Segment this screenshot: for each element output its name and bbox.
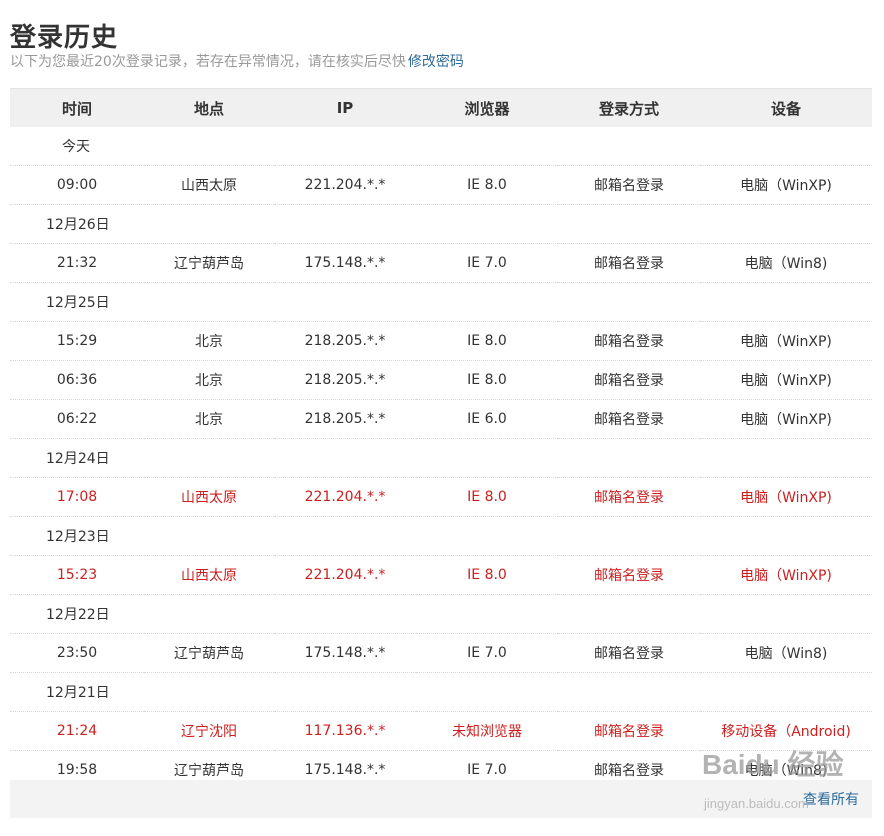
date-label: 12月21日 <box>10 672 872 712</box>
cell-time: 09:00 <box>10 165 144 205</box>
table-row-suspicious: 21:24 辽宁沈阳 117.136.*.* 未知浏览器 邮箱名登录 移动设备（Andro… <box>10 711 872 751</box>
cell-location: 山西太原 <box>144 555 274 595</box>
date-label: 12月26日 <box>10 204 872 244</box>
cell-time: 15:29 <box>10 321 144 361</box>
cell-login-method: 邮箱名登录 <box>558 243 700 283</box>
cell-device: 电脑（WinXP) <box>700 165 872 205</box>
cell-device: 电脑（Win8) <box>700 633 872 673</box>
cell-location: 北京 <box>144 321 274 361</box>
date-label: 12月24日 <box>10 438 872 478</box>
cell-location: 山西太原 <box>144 165 274 205</box>
cell-device: 电脑（WinXP) <box>700 321 872 361</box>
table-row-suspicious: 15:23 山西太原 221.204.*.* IE 8.0 邮箱名登录 电脑（WinXP) <box>10 555 872 595</box>
change-password-link[interactable]: 修改密码 <box>408 54 464 70</box>
cell-browser: 未知浏览器 <box>416 711 558 751</box>
cell-browser: IE 7.0 <box>416 633 558 673</box>
subtitle-text: 以下为您最近20次登录记录，若存在异常情况，请在核实后尽快 <box>10 54 406 70</box>
cell-login-method: 邮箱名登录 <box>558 321 700 361</box>
cell-login-method: 邮箱名登录 <box>558 165 700 205</box>
table-header-row: 时间 地点 IP 浏览器 登录方式 设备 <box>10 88 872 127</box>
cell-login-method: 邮箱名登录 <box>558 555 700 595</box>
cell-ip: 221.204.*.* <box>274 555 416 595</box>
cell-ip: 218.205.*.* <box>274 321 416 361</box>
date-group-row: 今天 <box>10 127 872 166</box>
cell-location: 辽宁沈阳 <box>144 711 274 751</box>
table-row: 21:32 辽宁葫芦岛 175.148.*.* IE 7.0 邮箱名登录 电脑（Win8) <box>10 243 872 283</box>
date-label: 今天 <box>10 127 872 166</box>
date-group-row: 12月23日 <box>10 516 872 556</box>
cell-login-method: 邮箱名登录 <box>558 477 700 517</box>
cell-time: 17:08 <box>10 477 144 517</box>
date-label: 12月23日 <box>10 516 872 556</box>
cell-location: 北京 <box>144 360 274 400</box>
date-label: 12月22日 <box>10 594 872 634</box>
cell-time: 23:50 <box>10 633 144 673</box>
cell-time: 15:23 <box>10 555 144 595</box>
column-header-location: 地点 <box>144 88 274 127</box>
column-header-device: 设备 <box>700 88 872 127</box>
cell-ip: 175.148.*.* <box>274 633 416 673</box>
column-header-ip: IP <box>274 88 416 127</box>
cell-login-method: 邮箱名登录 <box>558 633 700 673</box>
cell-device: 移动设备（Android) <box>700 711 872 751</box>
cell-browser: IE 8.0 <box>416 321 558 361</box>
cell-ip: 218.205.*.* <box>274 399 416 439</box>
cell-location: 山西太原 <box>144 477 274 517</box>
cell-browser: IE 8.0 <box>416 360 558 400</box>
cell-login-method: 邮箱名登录 <box>558 711 700 751</box>
date-group-row: 12月26日 <box>10 204 872 244</box>
cell-device: 电脑（WinXP) <box>700 399 872 439</box>
cell-device: 电脑（WinXP) <box>700 360 872 400</box>
cell-time: 06:22 <box>10 399 144 439</box>
date-group-row: 12月24日 <box>10 438 872 478</box>
table-row: 06:22 北京 218.205.*.* IE 6.0 邮箱名登录 电脑（WinXP) <box>10 399 872 439</box>
column-header-time: 时间 <box>10 88 144 127</box>
cell-browser: IE 8.0 <box>416 555 558 595</box>
table-row: 15:29 北京 218.205.*.* IE 8.0 邮箱名登录 电脑（WinXP) <box>10 321 872 361</box>
view-all-link[interactable]: 查看所有 <box>803 789 859 809</box>
column-header-login-method: 登录方式 <box>558 88 700 127</box>
cell-location: 辽宁葫芦岛 <box>144 633 274 673</box>
cell-ip: 218.205.*.* <box>274 360 416 400</box>
cell-time: 21:32 <box>10 243 144 283</box>
cell-device: 电脑（WinXP) <box>700 555 872 595</box>
date-group-row: 12月21日 <box>10 672 872 712</box>
cell-device: 电脑（Win8) <box>700 243 872 283</box>
table-row-suspicious: 17:08 山西太原 221.204.*.* IE 8.0 邮箱名登录 电脑（WinXP) <box>10 477 872 517</box>
cell-ip: 117.136.*.* <box>274 711 416 751</box>
subtitle: 以下为您最近20次登录记录，若存在异常情况，请在核实后尽快 修改密码 <box>10 52 464 72</box>
cell-location: 辽宁葫芦岛 <box>144 243 274 283</box>
table-row: 09:00 山西太原 221.204.*.* IE 8.0 邮箱名登录 电脑（WinXP) <box>10 165 872 205</box>
cell-browser: IE 6.0 <box>416 399 558 439</box>
cell-ip: 221.204.*.* <box>274 477 416 517</box>
date-group-row: 12月22日 <box>10 594 872 634</box>
cell-browser: IE 8.0 <box>416 477 558 517</box>
table-body: 今天 09:00 山西太原 221.204.*.* IE 8.0 邮箱名登录 电脑（WinX… <box>10 127 872 790</box>
table-row: 06:36 北京 218.205.*.* IE 8.0 邮箱名登录 电脑（WinXP) <box>10 360 872 400</box>
page-title: 登录历史 <box>10 23 119 54</box>
cell-ip: 175.148.*.* <box>274 243 416 283</box>
column-header-browser: 浏览器 <box>416 88 558 127</box>
cell-device: 电脑（WinXP) <box>700 477 872 517</box>
date-label: 12月25日 <box>10 282 872 322</box>
cell-location: 北京 <box>144 399 274 439</box>
cell-time: 06:36 <box>10 360 144 400</box>
cell-time: 21:24 <box>10 711 144 751</box>
cell-ip: 221.204.*.* <box>274 165 416 205</box>
login-history-table: 时间 地点 IP 浏览器 登录方式 设备 今天 09:00 山西太原 221.204.… <box>10 88 872 790</box>
cell-login-method: 邮箱名登录 <box>558 360 700 400</box>
date-group-row: 12月25日 <box>10 282 872 322</box>
table-footer: 查看所有 <box>10 780 872 818</box>
cell-browser: IE 7.0 <box>416 243 558 283</box>
table-row: 23:50 辽宁葫芦岛 175.148.*.* IE 7.0 邮箱名登录 电脑（Win8) <box>10 633 872 673</box>
cell-browser: IE 8.0 <box>416 165 558 205</box>
cell-login-method: 邮箱名登录 <box>558 399 700 439</box>
